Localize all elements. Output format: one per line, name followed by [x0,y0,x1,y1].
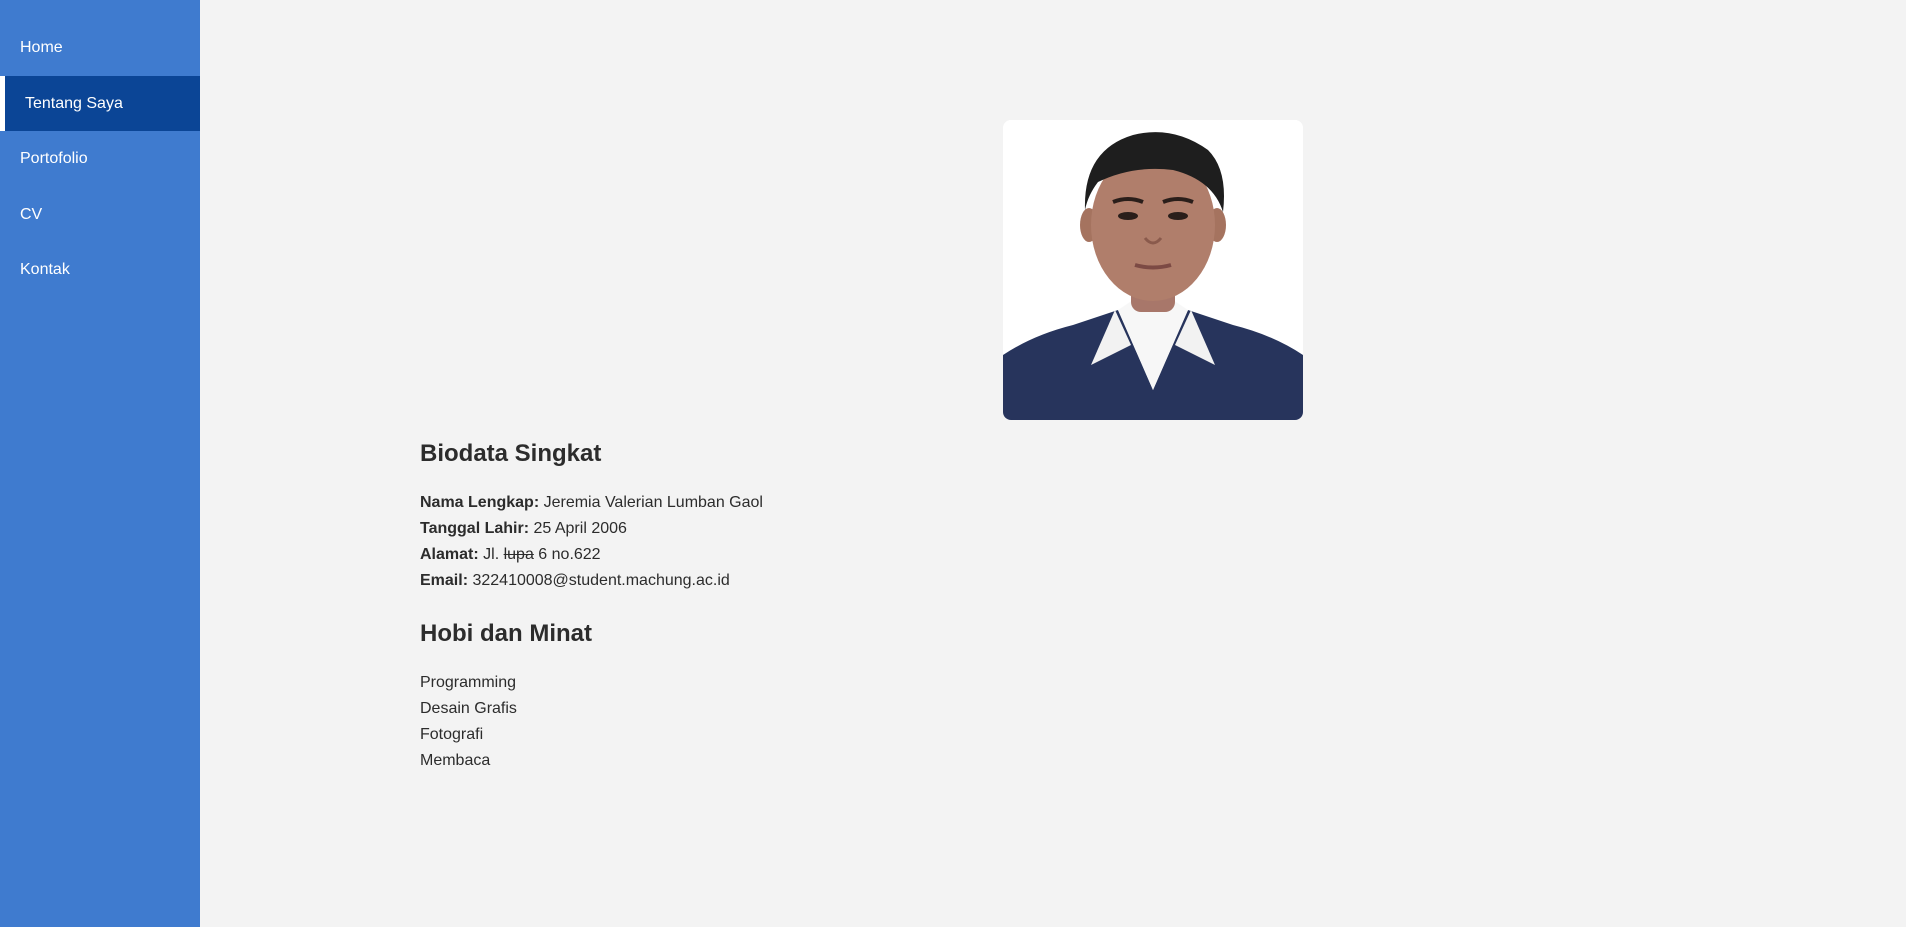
nav-item-kontak[interactable]: Kontak [0,242,200,298]
bio-tanggal-row: Tanggal Lahir: 25 April 2006 [420,516,1320,542]
bio-email-label: Email: [420,572,469,589]
bio-alamat-prefix: Jl. [483,546,500,563]
bio-tanggal-value: 25 April 2006 [533,520,627,537]
hobby-item: Desain Grafis [420,700,517,717]
hobby-item: Fotografi [420,726,484,743]
hobi-heading: Hobi dan Minat [420,620,592,647]
nav-item-home[interactable]: Home [0,20,200,76]
bio-nama-value: Jeremia Valerian Lumban Gaol [543,494,763,511]
profile-photo [1003,120,1303,420]
hobby-item: Membaca [420,752,491,769]
nav-item-portofolio[interactable]: Portofolio [0,131,200,187]
biodata-heading: Biodata Singkat [420,440,602,467]
profile-photo-illustration [1003,120,1303,420]
bio-alamat-suffix: 6 no.622 [538,546,601,563]
hobby-item: Programming [420,674,517,691]
bio-nama-label: Nama Lengkap: [420,494,540,511]
biodata-block: Nama Lengkap: Jeremia Valerian Lumban Ga… [420,490,1320,594]
bio-email-row: Email: 322410008@student.machung.ac.id [420,568,1320,594]
sidebar: Home Tentang Saya Portofolio CV Kontak [0,0,200,927]
nav-item-cv[interactable]: CV [0,187,200,243]
bio-email-value: 322410008@student.machung.ac.id [472,572,730,589]
bio-alamat-label: Alamat: [420,546,479,563]
bio-tanggal-label: Tanggal Lahir: [420,520,530,537]
main-content: Biodata Singkat Nama Lengkap: Jeremia Va… [200,0,1906,927]
bio-alamat-struck: lupa [503,546,534,563]
nav-item-tentang-saya[interactable]: Tentang Saya [0,75,200,131]
bio-nama-row: Nama Lengkap: Jeremia Valerian Lumban Ga… [420,490,1320,516]
hobby-list: Programming Desain Grafis Fotografi Memb… [420,670,1320,774]
about-section: Biodata Singkat Nama Lengkap: Jeremia Va… [420,440,1320,774]
nav-list: Home Tentang Saya Portofolio CV Kontak [0,0,200,298]
bio-alamat-row: Alamat: Jl. lupa 6 no.622 [420,542,1320,568]
